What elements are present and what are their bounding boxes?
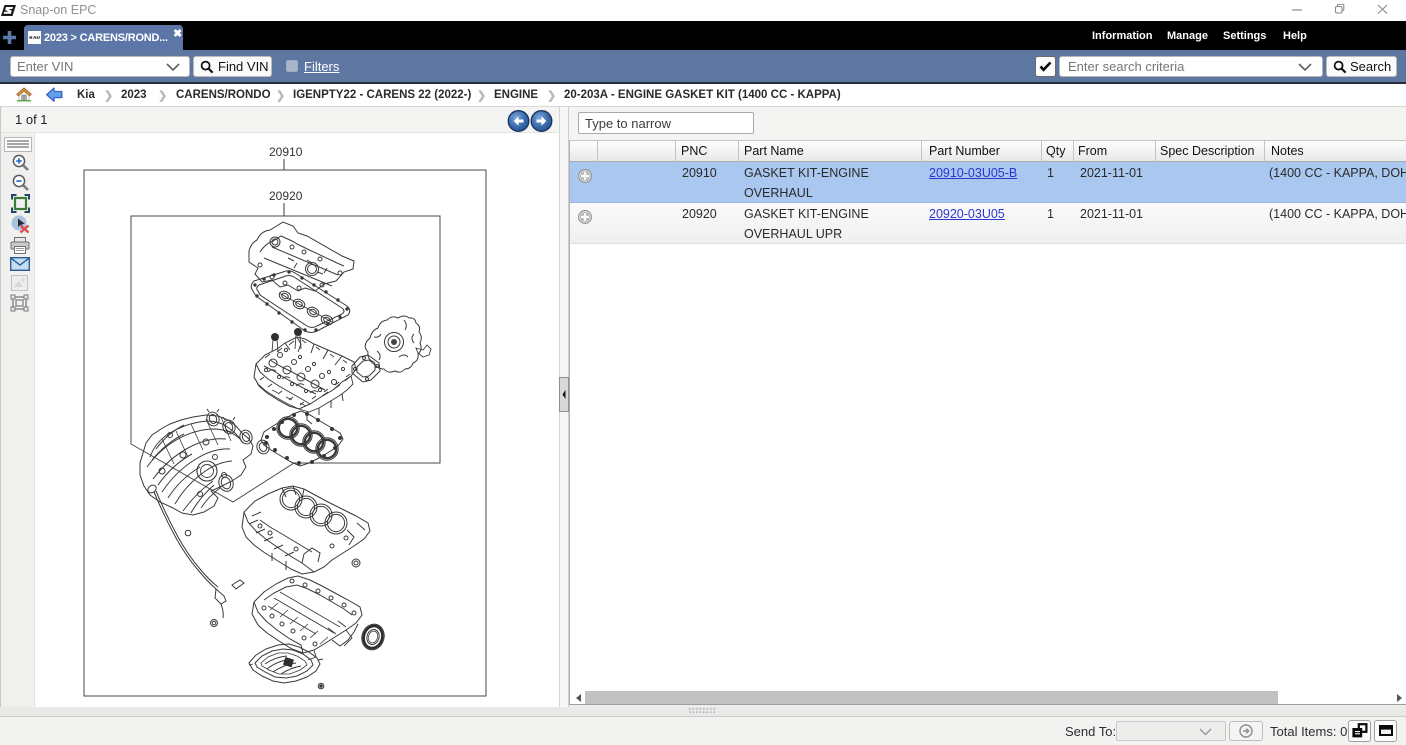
- svg-text:20920: 20920: [269, 189, 303, 203]
- svg-text:20910: 20910: [269, 145, 303, 159]
